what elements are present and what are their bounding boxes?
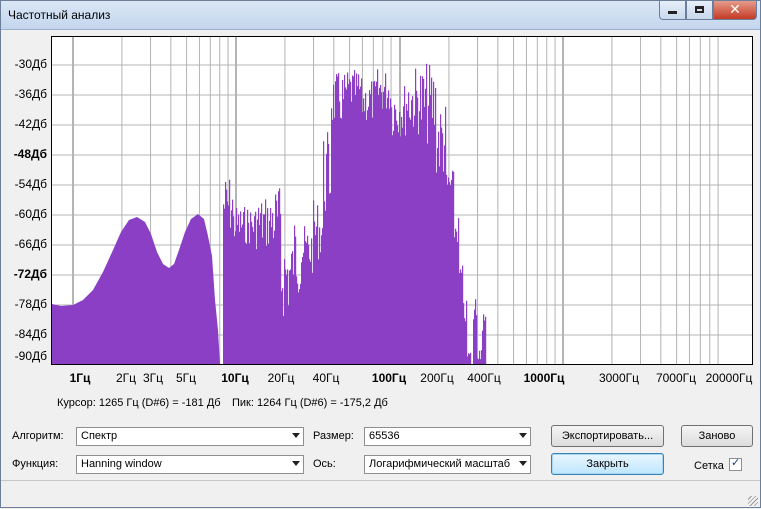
x-tick-label: 2Гц: [115, 371, 137, 385]
x-tick-label: 10Гц: [221, 371, 249, 385]
size-select[interactable]: 65536: [364, 427, 531, 446]
checkmark-icon: ✓: [731, 456, 741, 469]
y-tick-label: -72Дб: [13, 267, 47, 281]
x-tick-label: 5Гц: [175, 371, 197, 385]
spectrum-bin: [476, 315, 478, 364]
grid-checkbox[interactable]: ✓: [729, 456, 742, 471]
size-label: Размер:: [313, 430, 354, 442]
axis-label: Ось:: [313, 458, 336, 470]
chevron-down-icon: [519, 461, 527, 466]
spectrum-bin: [466, 300, 468, 364]
spectrum-bin: [470, 352, 472, 364]
x-tick-label: 400Гц: [467, 371, 501, 385]
spectrum-low-band: [52, 214, 220, 365]
minimize-button[interactable]: [659, 0, 686, 20]
algorithm-value: Спектр: [81, 430, 118, 442]
resize-grip-icon[interactable]: [748, 496, 758, 506]
x-tick-label: 20Гц: [267, 371, 295, 385]
y-tick-label: -78Дб: [14, 297, 47, 311]
x-tick-label: 20000Гц: [705, 371, 753, 385]
size-value: 65536: [369, 430, 400, 442]
x-tick-label: 7000Гц: [655, 371, 697, 385]
x-tick-label: 40Гц: [312, 371, 340, 385]
y-tick-label: -36Дб: [14, 87, 47, 101]
y-tick-label: -48Дб: [13, 147, 47, 161]
title-bar: Частотный анализ ✕: [0, 0, 761, 30]
x-tick-label: 1000Гц: [523, 371, 565, 385]
spectrum-graph: [52, 37, 752, 365]
spectrum-plot[interactable]: [51, 36, 753, 365]
x-tick-label: 3Гц: [142, 371, 164, 385]
export-button[interactable]: Экспортировать...: [551, 425, 664, 447]
y-tick-label: -66Дб: [14, 237, 47, 251]
peak-readout: Пик: 1264 Гц (D#6) = -175,2 Дб: [232, 397, 388, 409]
chevron-down-icon: [519, 433, 527, 438]
x-tick-label: 3000Гц: [598, 371, 640, 385]
chevron-down-icon: [292, 433, 300, 438]
cursor-readout: Курсор: 1265 Гц (D#6) = -181 Дб: [57, 397, 221, 409]
chevron-down-icon: [292, 461, 300, 466]
status-bar: [0, 480, 761, 509]
axis-select[interactable]: Логарифмический масштаб: [364, 455, 531, 474]
x-tick-label: 100Гц: [371, 371, 407, 385]
maximize-icon: [695, 6, 704, 13]
y-tick-label: -54Дб: [14, 177, 47, 191]
close-icon: ✕: [729, 1, 741, 18]
y-tick-label: -30Дб: [14, 57, 47, 71]
algorithm-label: Алгоритм:: [12, 430, 64, 442]
maximize-button[interactable]: [686, 0, 713, 20]
y-tick-label: -60Дб: [14, 207, 47, 221]
axis-value: Логарифмический масштаб: [369, 458, 511, 470]
replot-button[interactable]: Заново: [681, 425, 753, 447]
close-button[interactable]: Закрыть: [551, 453, 664, 475]
spectrum-bin: [485, 316, 487, 364]
close-window-button[interactable]: ✕: [713, 0, 757, 20]
grid-checkbox-label: Сетка: [694, 460, 724, 472]
function-label: Функция:: [12, 458, 59, 470]
function-value: Hanning window: [81, 458, 162, 470]
x-tick-label: 1Гц: [69, 371, 91, 385]
minimize-icon: [668, 11, 677, 14]
spectrum-high-band: [223, 63, 487, 365]
y-tick-label: -84Дб: [14, 327, 47, 341]
function-select[interactable]: Hanning window: [76, 455, 304, 474]
algorithm-select[interactable]: Спектр: [76, 427, 304, 446]
y-tick-label: -90Дб: [14, 349, 47, 363]
y-tick-label: -42Дб: [14, 117, 47, 131]
window-title: Частотный анализ: [8, 8, 111, 22]
x-tick-label: 200Гц: [420, 371, 454, 385]
